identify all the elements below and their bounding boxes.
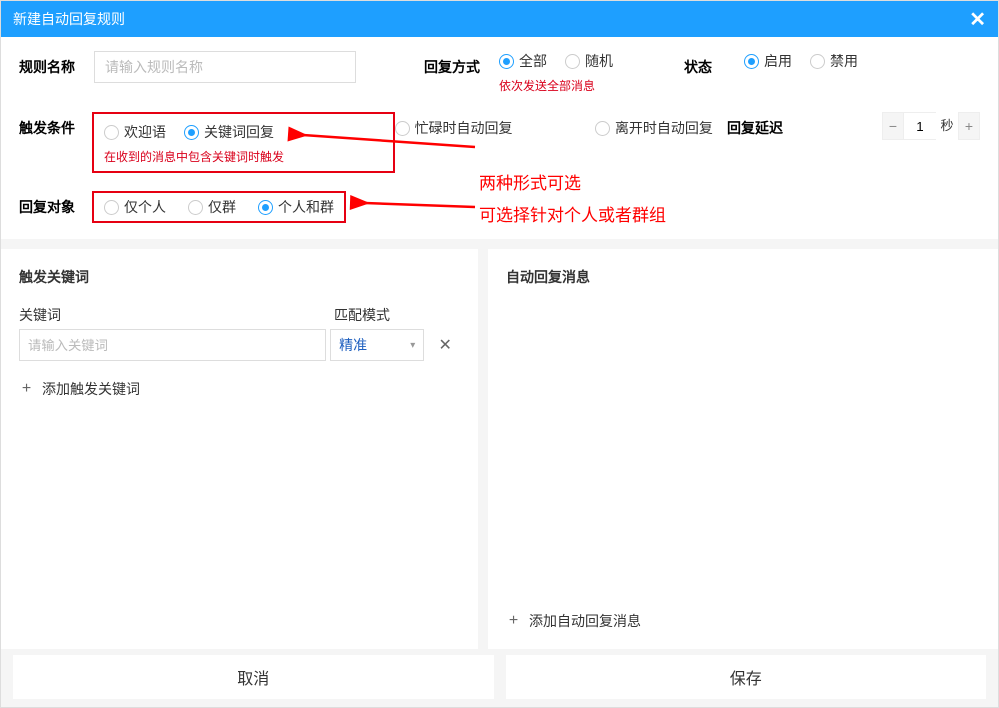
- delay-minus[interactable]: −: [882, 112, 904, 140]
- right-pane-title: 自动回复消息: [506, 267, 980, 287]
- dialog-title: 新建自动回复规则: [13, 9, 125, 29]
- save-button[interactable]: 保存: [506, 655, 987, 699]
- plus-icon: +: [506, 612, 521, 630]
- rule-name-input[interactable]: [94, 51, 356, 83]
- label-reply-delay: 回复延迟: [727, 112, 882, 138]
- label-trigger: 触发条件: [19, 112, 94, 138]
- match-mode-select[interactable]: 精准 ▾: [330, 329, 424, 361]
- left-pane: 触发关键词 关键词 匹配模式 精准 ▾ ✕ + 添加触发关键词: [1, 249, 488, 649]
- trigger-highlight-box: 欢迎语 关键词回复 在收到的消息中包含关键词时触发: [92, 112, 395, 173]
- target-personal[interactable]: 仅个人: [104, 197, 166, 217]
- dialog: 新建自动回复规则 ✕ 规则名称 回复方式 全部 随机 依次发送全部消息 状态 启…: [0, 0, 999, 708]
- delay-unit: 秒: [936, 112, 958, 140]
- target-highlight-box: 仅个人 仅群 个人和群: [92, 191, 346, 223]
- trigger-hint: 在收到的消息中包含关键词时触发: [104, 148, 383, 165]
- status-disable[interactable]: 禁用: [810, 51, 858, 71]
- form-area: 规则名称 回复方式 全部 随机 依次发送全部消息 状态 启用 禁用 触发条件: [1, 37, 998, 239]
- keyword-col-label: 关键词: [19, 305, 334, 325]
- right-pane: 自动回复消息 + 添加自动回复消息: [488, 249, 998, 649]
- delay-control: − 秒 +: [882, 112, 980, 140]
- label-status: 状态: [684, 51, 744, 77]
- target-both[interactable]: 个人和群: [258, 197, 334, 217]
- remove-keyword-icon[interactable]: ✕: [430, 335, 460, 355]
- target-group[interactable]: 仅群: [188, 197, 236, 217]
- left-pane-title: 触发关键词: [19, 267, 460, 287]
- label-reply-mode: 回复方式: [424, 51, 499, 77]
- title-bar: 新建自动回复规则 ✕: [1, 1, 998, 37]
- reply-mode-random[interactable]: 随机: [565, 51, 613, 71]
- body-split: 触发关键词 关键词 匹配模式 精准 ▾ ✕ + 添加触发关键词 自动回复消息: [1, 239, 998, 649]
- mode-col-label: 匹配模式: [334, 305, 434, 325]
- trigger-leave[interactable]: 离开时自动回复: [595, 118, 727, 138]
- plus-icon: +: [19, 380, 34, 398]
- trigger-welcome[interactable]: 欢迎语: [104, 122, 166, 142]
- delay-value[interactable]: [904, 112, 936, 140]
- label-reply-target: 回复对象: [19, 191, 94, 217]
- reply-mode-hint: 依次发送全部消息: [499, 77, 684, 94]
- add-keyword-button[interactable]: + 添加触发关键词: [19, 379, 460, 399]
- add-reply-button[interactable]: + 添加自动回复消息: [506, 611, 980, 631]
- footer: 取消 保存: [1, 649, 998, 707]
- cancel-button[interactable]: 取消: [13, 655, 494, 699]
- delay-plus[interactable]: +: [958, 112, 980, 140]
- keyword-input[interactable]: [19, 329, 326, 361]
- trigger-busy[interactable]: 忙碌时自动回复: [395, 118, 595, 138]
- reply-mode-all[interactable]: 全部: [499, 51, 547, 71]
- chevron-down-icon: ▾: [410, 340, 415, 351]
- status-enable[interactable]: 启用: [744, 51, 792, 71]
- keyword-row: 精准 ▾ ✕: [19, 329, 460, 361]
- trigger-keyword[interactable]: 关键词回复: [184, 122, 274, 142]
- close-icon[interactable]: ✕: [969, 7, 986, 32]
- label-rule-name: 规则名称: [19, 51, 94, 77]
